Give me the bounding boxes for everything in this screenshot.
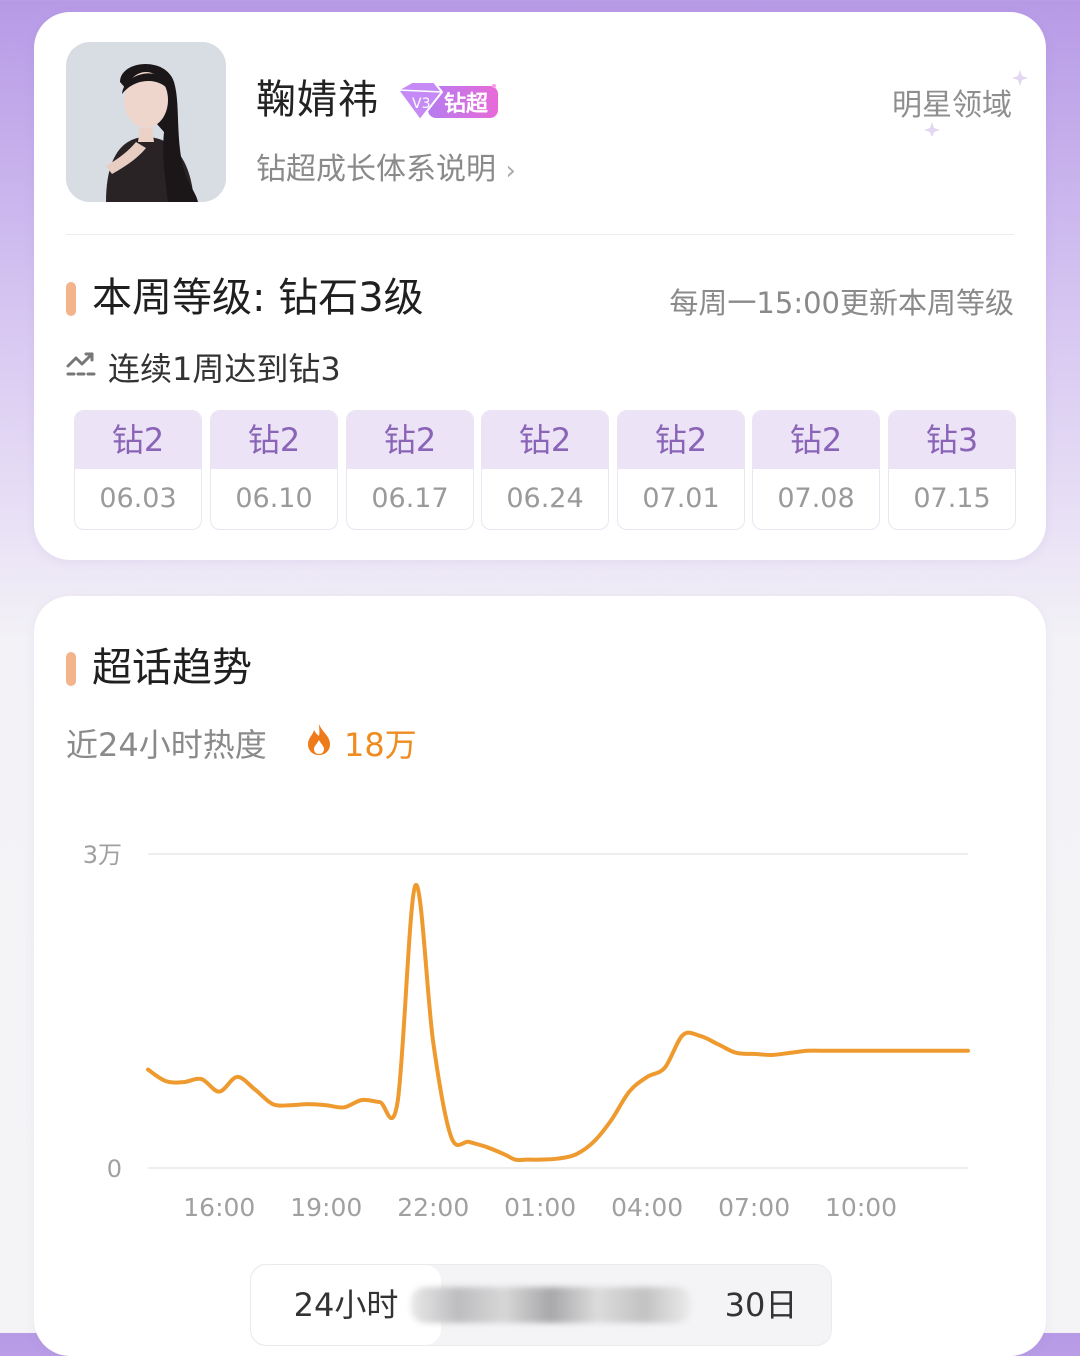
week-date: 06.03 xyxy=(99,483,177,514)
week-item[interactable]: 钻3 07.15 xyxy=(888,410,1016,530)
svg-text:V3: V3 xyxy=(412,96,430,112)
range-tabs: 24小时 30日 xyxy=(250,1264,832,1346)
x-tick-label: 01:00 xyxy=(504,1193,576,1222)
week-level: 钻2 xyxy=(347,411,473,469)
chevron-right-icon: › xyxy=(505,156,516,186)
update-note: 每周一15:00更新本周等级 xyxy=(669,286,1014,320)
week-level: 钻2 xyxy=(482,411,608,469)
x-tick-label: 07:00 xyxy=(718,1193,790,1222)
week-date: 06.10 xyxy=(235,483,313,514)
tab-30d[interactable]: 30日 xyxy=(701,1265,821,1345)
series-line xyxy=(146,883,970,1163)
streak-text: 连续1周达到钻3 xyxy=(108,350,341,388)
trend-up-icon xyxy=(66,352,96,376)
trend-title: 超话趋势 xyxy=(92,645,252,691)
heat-value: 18万 xyxy=(344,726,417,764)
week-level: 钻2 xyxy=(211,411,337,469)
x-tick-label: 10:00 xyxy=(825,1193,897,1222)
y-tick-label: 0 xyxy=(107,1155,122,1183)
week-item[interactable]: 钻2 06.03 xyxy=(74,410,202,530)
y-tick-label: 3万 xyxy=(83,841,122,869)
week-item[interactable]: 钻2 07.08 xyxy=(752,410,880,530)
badge-label: 钻超 xyxy=(444,92,489,117)
heat-trend-chart: 0 3万 16:00 19:00 22:00 01:00 04:00 07:00 10:00 xyxy=(83,841,970,1222)
section-accent-bar xyxy=(66,652,76,686)
avatar-image xyxy=(66,42,226,202)
avatar[interactable] xyxy=(66,42,226,202)
week-item[interactable]: 钻2 06.24 xyxy=(481,410,609,530)
x-tick-label: 04:00 xyxy=(611,1193,683,1222)
domain-tag[interactable]: 明星领域 xyxy=(892,70,1028,136)
profile-card: 鞠婧祎 V3 钻超 钻超成长体系说明 › 明星领域 本周等级: 钻石3级 每周一… xyxy=(34,12,1046,560)
week-date: 07.15 xyxy=(913,483,991,514)
heat-label: 近24小时热度 xyxy=(66,726,267,764)
weekly-level-list: 钻2 06.03 钻2 06.10 钻2 06.17 钻2 06.24 钻2 0… xyxy=(74,410,1016,530)
week-item[interactable]: 钻2 07.01 xyxy=(617,410,745,530)
week-date: 06.24 xyxy=(506,483,584,514)
trend-card: 超话趋势 近24小时热度 18万 0 3万 16:00 19:00 22:00 01:00… xyxy=(34,596,1046,1356)
week-item[interactable]: 钻2 06.10 xyxy=(210,410,338,530)
week-date: 07.08 xyxy=(777,483,855,514)
week-date: 07.01 xyxy=(642,483,720,514)
week-item[interactable]: 钻2 06.17 xyxy=(346,410,474,530)
weekly-level-title: 本周等级: 钻石3级 xyxy=(92,275,424,321)
section-accent-bar xyxy=(66,282,76,316)
week-level: 钻2 xyxy=(753,411,879,469)
growth-system-link[interactable]: 钻超成长体系说明 › xyxy=(256,144,516,188)
week-level: 钻2 xyxy=(75,411,201,469)
divider xyxy=(66,234,1014,235)
x-tick-label: 16:00 xyxy=(183,1193,255,1222)
star-name: 鞠婧祎 xyxy=(256,77,379,123)
blurred-tabs xyxy=(411,1287,691,1323)
week-date: 06.17 xyxy=(371,483,449,514)
flame-icon xyxy=(308,724,330,755)
domain-tag-label: 明星领域 xyxy=(892,88,1012,123)
x-tick-label: 22:00 xyxy=(397,1193,469,1222)
x-tick-label: 19:00 xyxy=(290,1193,362,1222)
growth-system-label: 钻超成长体系说明 xyxy=(256,152,496,187)
week-level: 钻2 xyxy=(618,411,744,469)
week-level: 钻3 xyxy=(889,411,1015,469)
